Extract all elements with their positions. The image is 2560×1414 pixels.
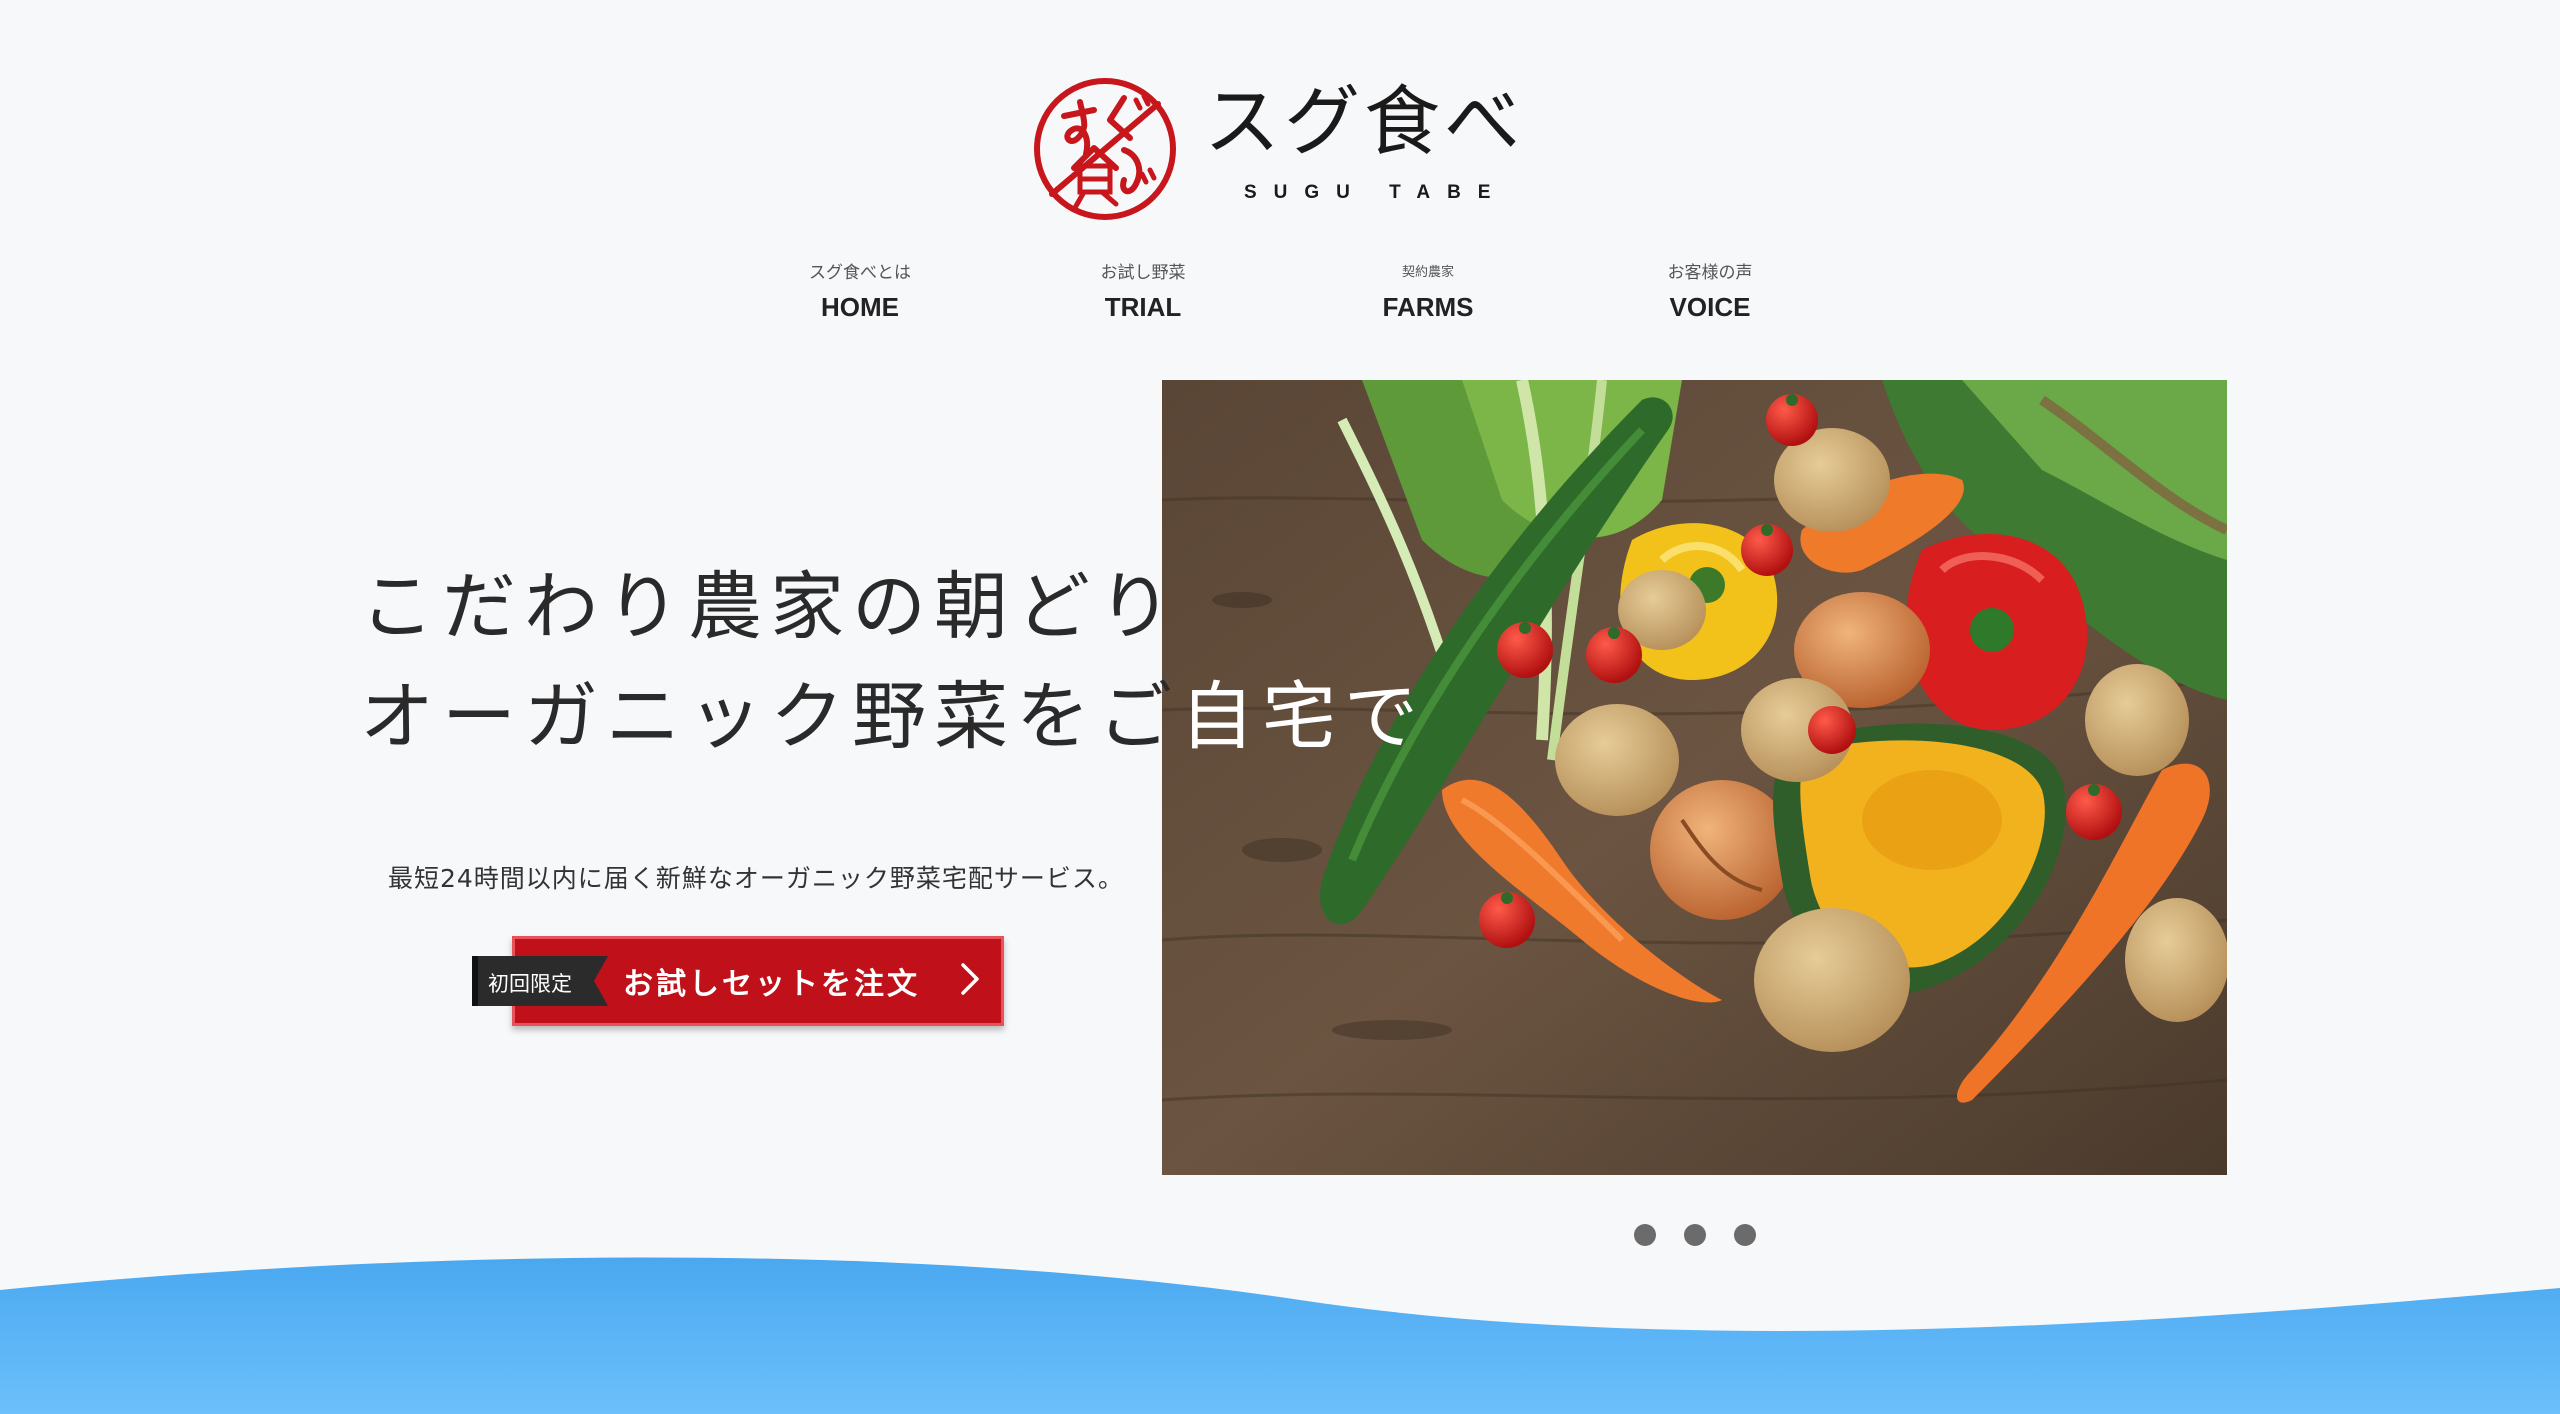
nav-item-sub-label: 契約農家 (1401, 265, 1454, 280)
nav-item-label: VOICE (1669, 292, 1751, 322)
tag-label: 初回限定 (488, 972, 572, 996)
nav-item-farms[interactable]: 契約農家 FARMS (1328, 262, 1528, 324)
site-logo[interactable]: スグ食べ SUGU TABE (1032, 76, 1532, 226)
vegetables-photo-icon (1162, 380, 2227, 1175)
logo-mark-icon (1034, 78, 1176, 220)
main-nav: スグ食べとは HOME お試し野菜 TRIAL 契約農家 FARMS お客様の声… (760, 262, 1800, 332)
brand-name: スグ食べ (1204, 77, 1524, 166)
page: スグ食べ SUGU TABE スグ食べとは HOME お試し野菜 TRIAL 契… (0, 0, 2560, 1414)
nav-item-label: HOME (821, 292, 899, 322)
hero-headline: こだわり農家の朝どり オーガニック野菜をご自宅で (360, 552, 1426, 772)
nav-item-sub-label: スグ食べとは (809, 263, 911, 283)
cta-label: お試しセットを注文 (623, 967, 920, 1002)
chevron-right-icon (961, 963, 979, 995)
nav-item-sub-label: お試し野菜 (1100, 263, 1186, 283)
bottom-wave-decoration (0, 1257, 2560, 1414)
nav-item-label: FARMS (1382, 292, 1474, 322)
headline-line-1: こだわり農家の朝どり (360, 564, 1180, 650)
headline-line-2-part-a: オーガニック野菜をご (360, 674, 1180, 760)
headline-line-2-part-b: 自宅で (1180, 674, 1426, 760)
hero-subtext: 最短24時間以内に届く新鮮なオーガニック野菜宅配サービス。 (388, 864, 1124, 893)
nav-item-trial[interactable]: お試し野菜 TRIAL (1043, 262, 1243, 324)
nav-item-voice[interactable]: お客様の声 VOICE (1610, 262, 1810, 324)
nav-item-home[interactable]: スグ食べとは HOME (760, 262, 960, 324)
headline-line-2: オーガニック野菜をご自宅で (360, 662, 1426, 772)
nav-item-label: TRIAL (1104, 292, 1182, 322)
brand-romaji: SUGU TABE (1244, 182, 1508, 203)
hero-vegetables-photo (1162, 380, 2227, 1175)
nav-item-sub-label: お客様の声 (1667, 263, 1753, 283)
first-time-limited-tag: 初回限定 (472, 956, 608, 1006)
cta-group: お試しセットを注文 初回限定 (472, 930, 1012, 1034)
